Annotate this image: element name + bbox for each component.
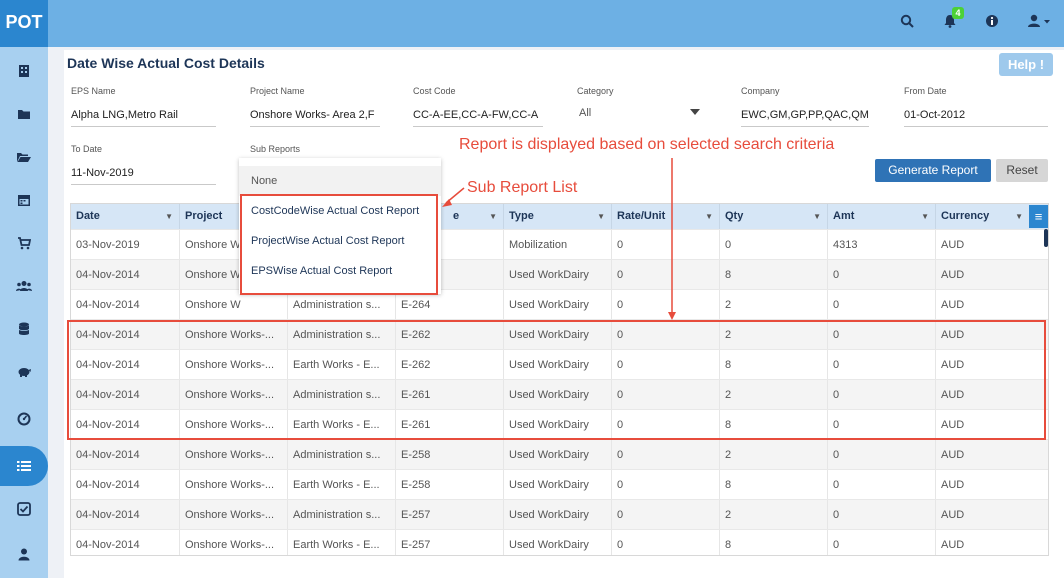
- annotation-arrows: [442, 158, 676, 320]
